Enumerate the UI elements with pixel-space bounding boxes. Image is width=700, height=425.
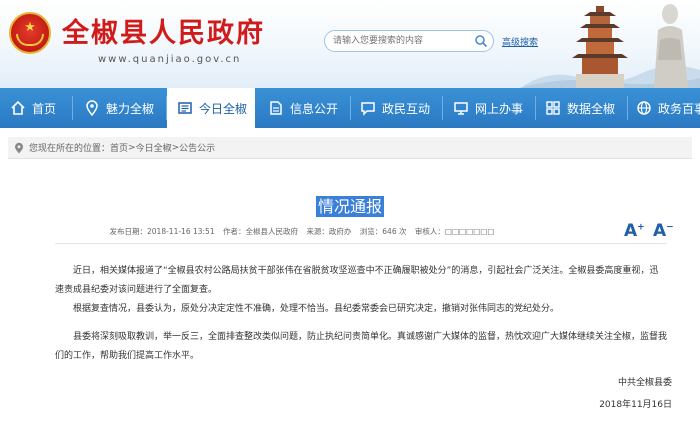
meta-source: 来源：政府办 — [306, 227, 352, 236]
nav-item-charm[interactable]: 魅力全椒 — [84, 88, 166, 128]
nav-label: 首页 — [32, 101, 57, 116]
nav-label: 信息公开 — [290, 101, 339, 116]
advanced-search-link[interactable]: 高级搜索 — [502, 35, 538, 48]
nav-item-online-service[interactable]: 网上办事 — [453, 88, 535, 128]
pagoda-illustration — [572, 6, 628, 88]
nav-item-info[interactable]: 信息公开 — [268, 88, 350, 128]
search-input[interactable] — [333, 32, 473, 50]
search-icon[interactable] — [474, 34, 488, 48]
article-meta: 发布日期：2018-11-16 13:51 作者：全椒县人民政府 来源：政府办 … — [0, 226, 604, 237]
meta-views: 浏览：646 次 — [359, 227, 407, 236]
document-icon — [270, 101, 282, 115]
breadcrumb: 您现在所在的位置： 首页 > 今日全椒 > 公告公示 — [8, 137, 692, 159]
nav-item-home[interactable]: 首页 — [10, 88, 72, 128]
nav-label: 政务百事 — [658, 101, 700, 116]
nav-label: 今日全椒 — [199, 101, 248, 116]
meta-author: 作者：全椒县人民政府 — [223, 227, 298, 236]
article-signature: 中共全椒县委 — [617, 378, 672, 388]
site-header: ★ 全椒县人民政府 www.quanjiao.gov.cn 高级搜索 — [0, 0, 700, 88]
nav-label: 政民互动 — [382, 101, 431, 116]
nav-item-today[interactable]: 今日全椒 — [167, 88, 255, 128]
grid-icon — [546, 101, 560, 115]
monitor-icon — [454, 102, 468, 115]
globe-icon — [637, 101, 651, 115]
article-date: 2018年11月16日 — [599, 400, 672, 410]
breadcrumb-link-notice[interactable]: 公告公示 — [179, 141, 215, 154]
meta-published: 发布日期：2018-11-16 13:51 — [109, 227, 215, 236]
font-increase-button[interactable]: A+ — [624, 221, 645, 241]
national-emblem-icon: ★ — [9, 12, 51, 54]
statue-illustration — [654, 4, 688, 88]
font-decrease-button[interactable]: A− — [653, 221, 674, 241]
site-title[interactable]: 全椒县人民政府 — [62, 18, 265, 50]
nav-label: 魅力全椒 — [106, 101, 155, 116]
article-title-wrap: 情况通报 — [0, 196, 700, 217]
breadcrumb-prefix: 您现在所在的位置： — [29, 144, 111, 154]
home-icon — [11, 100, 25, 115]
search-box — [324, 30, 494, 52]
nav-label: 数据全椒 — [567, 101, 616, 116]
article-paragraph: 县委将深刻吸取教训，举一反三，全面排查整改类似问题，防止执纪问责简单化。真诚感谢… — [55, 332, 668, 361]
nav-item-interaction[interactable]: 政民互动 — [360, 88, 442, 128]
breadcrumb-link-today[interactable]: 今日全椒 — [136, 141, 172, 154]
meta-divider — [55, 243, 667, 244]
breadcrumb-separator: > — [128, 142, 136, 153]
nav-item-data[interactable]: 数据全椒 — [545, 88, 627, 128]
news-icon — [178, 102, 192, 114]
nav-label: 网上办事 — [475, 101, 524, 116]
nav-item-affairs[interactable]: 政务百事 — [636, 88, 700, 128]
article-paragraph: 近日，相关媒体报道了“全椒县农村公路局扶贫干部张伟在省脱贫攻坚巡查中不正确履职被… — [55, 266, 659, 295]
site-url: www.quanjiao.gov.cn — [98, 54, 242, 65]
article-paragraph: 根据复查情况，县委认为，原处分决定定性不准确，处理不恰当。县纪委常委会已研究决定… — [73, 304, 560, 314]
meta-reviewer: 审核人：□□□□□□□ — [414, 227, 495, 236]
chat-icon — [361, 102, 375, 116]
breadcrumb-separator: > — [171, 142, 180, 153]
location-pin-icon — [86, 100, 98, 116]
location-pin-icon — [15, 142, 23, 153]
breadcrumb-area: 您现在所在的位置： 首页 > 今日全椒 > 公告公示 — [0, 128, 700, 162]
breadcrumb-link-home[interactable]: 首页 — [110, 141, 128, 154]
main-nav: 首页 魅力全椒 今日全椒 信息公开 政民互动 网上办事 数据全椒 政务百 — [0, 88, 700, 128]
article-title: 情况通报 — [315, 196, 384, 217]
